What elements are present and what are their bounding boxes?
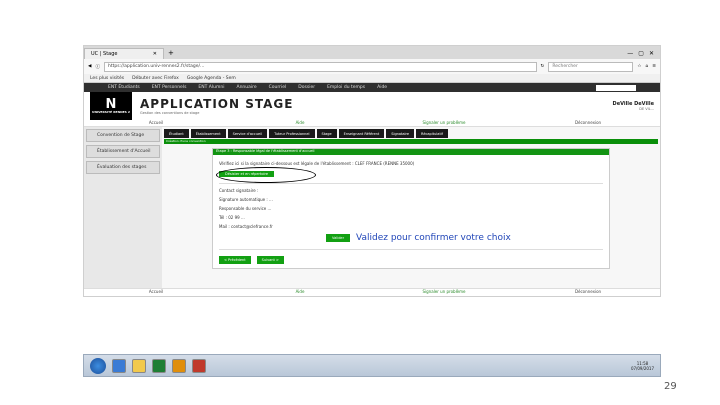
powerpoint-icon[interactable] <box>192 358 206 373</box>
user-info: DeVille DeVille DE VIL... <box>613 101 654 111</box>
contact-label: Contact signataire : <box>219 188 259 193</box>
sidebar: Convention de Stage Établissement d'Accu… <box>84 127 162 289</box>
step-tab[interactable]: Enseignant Référent <box>338 129 385 138</box>
browser-window: UC | Stage ✕ + — ▢ ✕ ◀ ⓘ https://applica… <box>83 45 661 297</box>
app-body: Convention de Stage Établissement d'Accu… <box>84 127 660 289</box>
bottom-app-nav: Accueil Aide Signaler un problème Déconn… <box>84 288 660 296</box>
step-tab[interactable]: Signataire <box>386 129 415 138</box>
signataire-panel: Étape 3 : Responsable légal de l'établis… <box>212 148 610 269</box>
page-number: 29 <box>664 381 677 392</box>
bookmark-item[interactable]: Les plus visités <box>90 76 124 81</box>
logo-subtext: UNIVERSITÉ RENNES 2 <box>92 110 130 114</box>
user-sub: DE VIL... <box>639 107 654 111</box>
section-bar: Création d'une convention <box>164 139 658 144</box>
step-tab[interactable]: Stage <box>316 129 337 138</box>
search-input[interactable]: Rechercher <box>548 61 634 72</box>
contact-line: Mail : contact@clefrance.fr <box>219 224 273 229</box>
divider <box>219 249 603 250</box>
contact-line: Tél : 02 99 ... <box>219 215 245 220</box>
info-icon[interactable]: ⓘ <box>95 64 100 70</box>
step-tab[interactable]: Étudiant <box>164 129 189 138</box>
url-field[interactable]: https://application.univ-rennes2.fr/stag… <box>103 61 537 72</box>
close-window-icon[interactable]: ✕ <box>649 48 654 59</box>
nav-accueil[interactable]: Accueil <box>84 289 228 296</box>
sidebar-item-etablissement[interactable]: Établissement d'Accueil <box>86 145 160 158</box>
step-tab[interactable]: Service d'accueil <box>227 129 268 138</box>
step-tab[interactable]: Établissement <box>190 129 226 138</box>
tab-title: UC | Stage <box>91 51 118 57</box>
verification-text: Vérifiez ici si la signataire ci-dessous… <box>219 161 415 166</box>
ent-nav-item[interactable]: Dossier <box>298 85 315 90</box>
ie-icon[interactable] <box>112 358 126 373</box>
bookmark-item[interactable]: Google Agenda - Sem <box>187 76 236 81</box>
ent-nav-item[interactable]: ENT Alumni <box>198 85 224 90</box>
panel-body: Vérifiez ici si la signataire ci-dessous… <box>213 155 609 268</box>
wizard-nav: < Précédent Suivant > <box>219 256 603 264</box>
ent-nav-item[interactable]: Aide <box>377 85 387 90</box>
tab-bar: UC | Stage ✕ + — ▢ ✕ <box>84 46 660 59</box>
validate-row: Valider Validez pour confirmer votre cho… <box>219 233 603 243</box>
app-subtitle: Gestion des conventions de stage <box>140 111 200 115</box>
top-app-nav: Accueil Aide Signaler un problème Déconn… <box>84 120 660 127</box>
ent-nav-item[interactable]: Courriel <box>269 85 287 90</box>
new-tab-button[interactable]: + <box>164 48 178 59</box>
ent-nav-item[interactable]: Emploi du temps <box>327 85 365 90</box>
step-tabs: Étudiant Établissement Service d'accueil… <box>164 129 658 138</box>
bookmark-item[interactable]: Débuter avec Firefox <box>132 76 179 81</box>
ent-nav: ENT Étudiants ENT Personnels ENT Alumni … <box>84 83 660 92</box>
reload-icon[interactable]: ↻ <box>541 64 545 69</box>
sidebar-item-convention[interactable]: Convention de Stage <box>86 129 160 142</box>
close-tab-icon[interactable]: ✕ <box>153 51 157 57</box>
contact-line: Signature automatique : ... <box>219 197 273 202</box>
app-title: APPLICATION STAGE <box>140 97 294 111</box>
maximize-icon[interactable]: ▢ <box>638 48 644 59</box>
star-icon[interactable]: ☆ <box>637 64 641 69</box>
step-tab[interactable]: Tuteur Professionnel <box>269 129 315 138</box>
next-button[interactable]: Suivant > <box>256 256 284 264</box>
browser-tab[interactable]: UC | Stage ✕ <box>84 48 164 59</box>
explorer-icon[interactable] <box>132 358 146 373</box>
nav-signaler[interactable]: Signaler un problème <box>372 120 516 126</box>
sidebar-item-evaluation[interactable]: Évaluation des stages <box>86 161 160 174</box>
nav-accueil[interactable]: Accueil <box>84 120 228 126</box>
ent-nav-item[interactable]: Annuaire <box>236 85 256 90</box>
clock[interactable]: 11:58 07/09/2017 <box>631 361 654 371</box>
minimize-icon[interactable]: — <box>627 48 633 59</box>
app-banner: N UNIVERSITÉ RENNES 2 APPLICATION STAGE … <box>84 92 660 120</box>
validate-note: Validez pour confirmer votre choix <box>356 233 511 243</box>
nav-deconnexion[interactable]: Déconnexion <box>516 289 660 296</box>
menu-icon[interactable]: ≡ <box>652 64 656 69</box>
back-icon[interactable]: ◀ <box>88 64 91 69</box>
app-title-block: APPLICATION STAGE Gestion des convention… <box>140 97 293 115</box>
slide: UC | Stage ✕ + — ▢ ✕ ◀ ⓘ https://applica… <box>0 0 720 405</box>
previous-button[interactable]: < Précédent <box>219 256 251 264</box>
ent-nav-item[interactable]: ENT Étudiants <box>108 85 140 90</box>
ent-nav-item[interactable]: ENT Personnels <box>152 85 187 90</box>
navigation-bar: ◀ ⓘ https://application.univ-rennes2.fr/… <box>84 59 660 74</box>
start-button-icon[interactable] <box>90 357 106 374</box>
bookmarks-bar: Les plus visités Débuter avec Firefox Go… <box>84 74 660 83</box>
contact-block: Contact signataire : Signature automatiq… <box>219 188 603 229</box>
contact-line: Responsable du service ... <box>219 206 272 211</box>
ent-search-box[interactable] <box>596 84 636 91</box>
excel-icon[interactable] <box>152 358 166 373</box>
nav-deconnexion[interactable]: Déconnexion <box>516 120 660 126</box>
nav-aide[interactable]: Aide <box>228 120 372 126</box>
university-logo: N UNIVERSITÉ RENNES 2 <box>90 92 132 120</box>
window-controls: — ▢ ✕ <box>621 48 660 59</box>
validate-button[interactable]: Valider <box>326 234 351 242</box>
clock-date: 07/09/2017 <box>630 365 654 371</box>
firefox-icon[interactable] <box>172 358 186 373</box>
highlight-ellipse <box>216 167 316 183</box>
main-content: Étudiant Établissement Service d'accueil… <box>162 127 660 289</box>
windows-taskbar: 11:58 07/09/2017 <box>83 354 661 377</box>
nav-signaler[interactable]: Signaler un problème <box>372 289 516 296</box>
divider <box>219 183 603 184</box>
nav-aide[interactable]: Aide <box>228 289 372 296</box>
home-icon[interactable]: ⌂ <box>645 64 648 69</box>
step-tab[interactable]: Récapitulatif <box>416 129 449 138</box>
